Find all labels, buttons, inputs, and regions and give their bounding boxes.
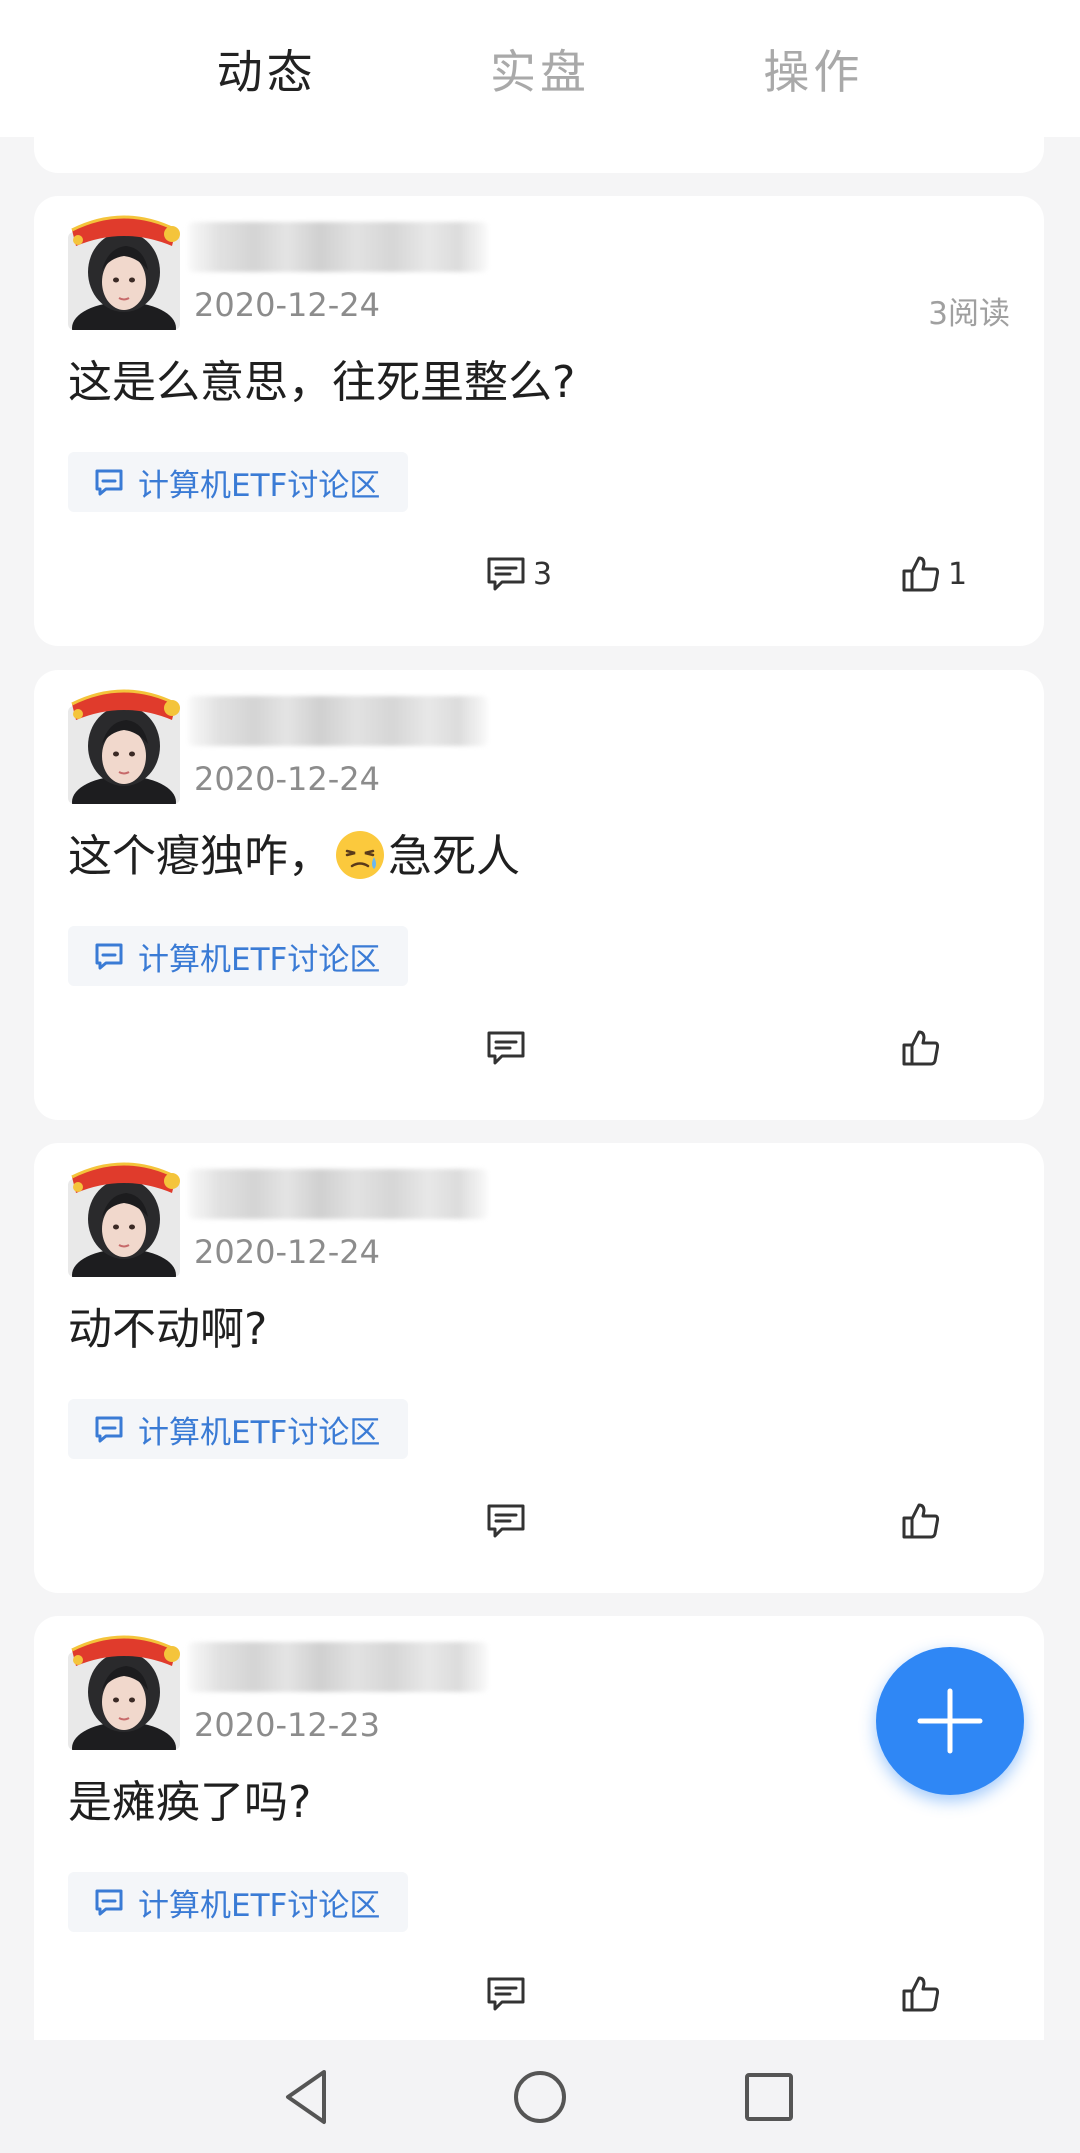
comment-icon — [487, 557, 525, 591]
username-blurred[interactable] — [188, 696, 488, 746]
post-date: 2020-12-23 — [194, 1706, 380, 1744]
like-count: 1 — [948, 556, 968, 592]
post-card[interactable]: 2020-12-24 3阅读 这是么意思，往死里整么? 计算机ETF讨论区 3 … — [34, 196, 1044, 646]
tab-caozuo[interactable]: 操作 — [763, 36, 863, 102]
comment-icon — [487, 1504, 525, 1538]
avatar[interactable] — [68, 684, 180, 804]
new-post-fab[interactable] — [876, 1647, 1024, 1795]
like-button[interactable] — [900, 1024, 948, 1072]
thumbs-up-icon — [902, 1503, 940, 1539]
comment-button[interactable] — [485, 1497, 533, 1545]
thumbs-up-icon — [902, 1976, 940, 2012]
chat-bubble-icon — [95, 1416, 123, 1443]
home-circle-icon[interactable] — [507, 2064, 573, 2130]
recent-square-icon[interactable] — [736, 2064, 802, 2130]
topic-tag[interactable]: 计算机ETF讨论区 — [68, 452, 408, 512]
chat-bubble-icon — [95, 943, 123, 970]
avatar[interactable] — [68, 210, 180, 330]
comment-button[interactable] — [485, 1970, 533, 2018]
username-blurred[interactable] — [188, 222, 488, 272]
thumbs-up-icon — [902, 556, 940, 592]
back-triangle-icon[interactable] — [274, 2064, 340, 2130]
thumbs-up-icon — [902, 1030, 940, 1066]
post-text[interactable]: 这是么意思，往死里整么? — [68, 346, 575, 410]
system-nav-bar — [0, 2040, 1080, 2153]
post-date: 2020-12-24 — [194, 1233, 380, 1271]
topic-label: 计算机ETF讨论区 — [138, 467, 381, 504]
post-text-part: 急死人 — [388, 831, 520, 882]
topic-tag[interactable]: 计算机ETF讨论区 — [68, 1399, 408, 1459]
post-text[interactable]: 动不动啊? — [68, 1293, 267, 1357]
comment-icon — [487, 1977, 525, 2011]
topic-label: 计算机ETF讨论区 — [138, 1887, 381, 1924]
comment-button[interactable]: 3 — [485, 550, 552, 598]
tab-dongtai[interactable]: 动态 — [217, 36, 317, 102]
post-text[interactable]: 是瘫痪了吗? — [68, 1766, 311, 1830]
topic-label: 计算机ETF讨论区 — [138, 1414, 381, 1451]
tired-face-emoji-icon — [336, 831, 384, 879]
topic-label: 计算机ETF讨论区 — [138, 941, 381, 978]
avatar[interactable] — [68, 1630, 180, 1750]
like-button[interactable] — [900, 1970, 948, 2018]
post-date: 2020-12-24 — [194, 760, 380, 798]
comment-icon — [487, 1031, 525, 1065]
post-card[interactable]: 2020-12-24 动不动啊? 计算机ETF讨论区 — [34, 1143, 1044, 1593]
top-tab-bar: 动态 实盘 操作 — [0, 0, 1080, 137]
plus-icon — [917, 1688, 983, 1754]
read-count: 3阅读 — [928, 296, 1010, 332]
topic-tag[interactable]: 计算机ETF讨论区 — [68, 926, 408, 986]
username-blurred[interactable] — [188, 1169, 488, 1219]
like-button[interactable]: 1 — [900, 550, 967, 598]
post-text[interactable]: 这个瘪独咋， 急死人 — [68, 820, 520, 884]
post-card[interactable]: 2020-12-24 这个瘪独咋， 急死人 计算机ETF讨论区 — [34, 670, 1044, 1120]
username-blurred[interactable] — [188, 1642, 488, 1692]
topic-tag[interactable]: 计算机ETF讨论区 — [68, 1872, 408, 1932]
previous-card-bottom — [34, 137, 1044, 173]
comment-count: 3 — [533, 556, 553, 592]
post-text-part: 这个瘪独咋， — [68, 831, 332, 882]
avatar[interactable] — [68, 1157, 180, 1277]
post-date: 2020-12-24 — [194, 286, 380, 324]
chat-bubble-icon — [95, 1889, 123, 1916]
like-button[interactable] — [900, 1497, 948, 1545]
tab-shipan[interactable]: 实盘 — [490, 36, 590, 102]
comment-button[interactable] — [485, 1024, 533, 1072]
chat-bubble-icon — [95, 469, 123, 496]
